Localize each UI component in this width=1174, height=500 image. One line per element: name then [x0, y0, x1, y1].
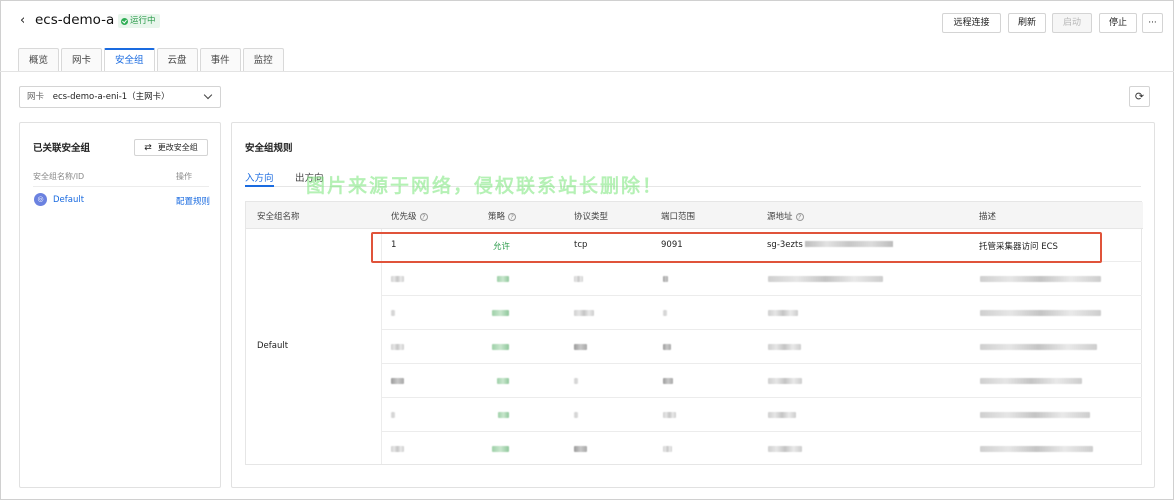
tab-nic[interactable]: 网卡	[61, 48, 103, 72]
tab-inbound[interactable]: 入方向	[245, 170, 274, 184]
redacted-blur	[663, 344, 671, 350]
redacted-blur	[391, 412, 395, 418]
redacted-blur	[980, 344, 1097, 350]
redacted-blur	[391, 446, 404, 452]
tab-monitoring[interactable]: 监控	[242, 48, 284, 72]
tab-bar: 概览 网卡 安全组 云盘 事件 监控	[18, 48, 286, 72]
panel-title: 已关联安全组	[33, 143, 91, 154]
redacted-blur	[768, 344, 801, 350]
refresh-icon[interactable]: ⟳	[1129, 86, 1150, 107]
group-name-cell: Default	[246, 229, 382, 464]
redacted-blur	[574, 446, 587, 452]
tab-events[interactable]: 事件	[199, 48, 241, 72]
column-header-action: 操作	[176, 172, 192, 181]
redacted-blur	[574, 344, 587, 350]
security-group-rules-panel: 安全组规则 入方向 出方向 图片来源于网络，侵权联系站长删除！ 安全组名称 优先…	[231, 122, 1155, 488]
tab-overview[interactable]: 概览	[18, 48, 60, 72]
redacted-blur	[492, 344, 509, 350]
redacted-blur	[768, 446, 802, 452]
redacted-blur	[492, 446, 509, 452]
col-port: 端口范围	[661, 212, 696, 222]
redacted-blur	[663, 412, 676, 418]
page-header: ‹ ecs-demo-a 运行中 远程连接 刷新 启动 停止 ···	[0, 0, 1174, 44]
col-priority: 优先级?	[391, 210, 428, 222]
configure-rules-link[interactable]: 配置规则	[176, 195, 210, 207]
redacted-blur	[574, 276, 583, 282]
redacted-blur	[497, 276, 509, 282]
column-header-name: 安全组名称/ID	[33, 172, 85, 181]
security-group-icon: ◎	[34, 193, 47, 206]
table-row-redacted	[382, 297, 1142, 330]
redacted-blur	[497, 378, 509, 384]
redacted-blur	[663, 310, 667, 316]
chevron-down-icon	[203, 90, 213, 100]
page-title: ecs-demo-a	[35, 12, 115, 28]
help-icon[interactable]: ?	[795, 213, 804, 221]
help-icon[interactable]: ?	[508, 213, 517, 221]
table-row-redacted	[382, 399, 1142, 432]
col-source: 源地址?	[767, 210, 804, 222]
remote-connect-button[interactable]: 远程连接	[942, 13, 1001, 33]
table-row-redacted	[382, 433, 1142, 464]
redacted-blur	[980, 446, 1093, 452]
highlight-box	[371, 232, 1102, 263]
stop-button[interactable]: 停止	[1099, 13, 1137, 33]
col-protocol: 协议类型	[574, 212, 609, 222]
change-button-label: 更改安全组	[157, 143, 198, 152]
table-row-redacted	[382, 365, 1142, 398]
redacted-blur	[980, 310, 1101, 316]
swap-icon: ⇄	[144, 143, 152, 153]
col-policy: 策略?	[488, 210, 517, 222]
redacted-blur	[574, 378, 578, 384]
tab-security-group[interactable]: 安全组	[104, 48, 155, 72]
active-tab-underline	[245, 185, 274, 187]
table-row-redacted	[382, 263, 1142, 296]
redacted-blur	[768, 276, 883, 282]
security-group-link[interactable]: Default	[53, 195, 84, 205]
check-circle-icon	[121, 17, 128, 25]
tab-disk[interactable]: 云盘	[156, 48, 198, 72]
redacted-blur	[663, 276, 668, 282]
associated-groups-panel: 已关联安全组 ⇄ 更改安全组 安全组名称/ID 操作 ◎ Default 配置规则	[19, 122, 221, 488]
help-icon[interactable]: ?	[419, 213, 428, 221]
table-row-redacted	[382, 331, 1142, 364]
tab-divider	[0, 71, 1174, 72]
redacted-blur	[768, 310, 798, 316]
status-badge: 运行中	[118, 14, 160, 28]
redacted-blur	[391, 310, 395, 316]
more-options-button[interactable]: ···	[1142, 13, 1163, 33]
status-text: 运行中	[130, 16, 156, 26]
nic-select-label: 网卡	[27, 92, 45, 102]
col-description: 描述	[979, 212, 997, 222]
start-button[interactable]: 启动	[1052, 13, 1092, 33]
nic-select[interactable]: 网卡 ecs-demo-a-eni-1（主网卡）	[19, 86, 221, 108]
col-group-name: 安全组名称	[257, 212, 300, 222]
redacted-blur	[980, 378, 1082, 384]
redacted-blur	[980, 276, 1101, 282]
group-name-text: Default	[257, 341, 289, 351]
back-arrow-icon[interactable]: ‹	[20, 14, 30, 28]
redacted-blur	[492, 310, 509, 316]
redacted-blur	[980, 412, 1090, 418]
rules-table: 安全组名称 优先级? 策略? 协议类型 端口范围 源地址? 描述 Default…	[245, 201, 1143, 465]
redacted-blur	[574, 310, 594, 316]
refresh-button[interactable]: 刷新	[1008, 13, 1046, 33]
redacted-blur	[663, 446, 672, 452]
nic-select-value: ecs-demo-a-eni-1（主网卡）	[52, 92, 170, 102]
watermark-text: 图片来源于网络，侵权联系站长删除！	[306, 175, 664, 197]
redacted-blur	[574, 412, 578, 418]
panel-title: 安全组规则	[245, 143, 293, 154]
redacted-blur	[498, 412, 509, 418]
redacted-blur	[663, 378, 673, 384]
redacted-blur	[391, 378, 404, 384]
redacted-blur	[768, 378, 802, 384]
divider	[33, 186, 209, 187]
redacted-blur	[391, 276, 404, 282]
change-security-group-button[interactable]: ⇄ 更改安全组	[134, 139, 208, 156]
redacted-blur	[768, 412, 796, 418]
redacted-blur	[391, 344, 404, 350]
table-header: 安全组名称 优先级? 策略? 协议类型 端口范围 源地址? 描述	[246, 202, 1143, 229]
